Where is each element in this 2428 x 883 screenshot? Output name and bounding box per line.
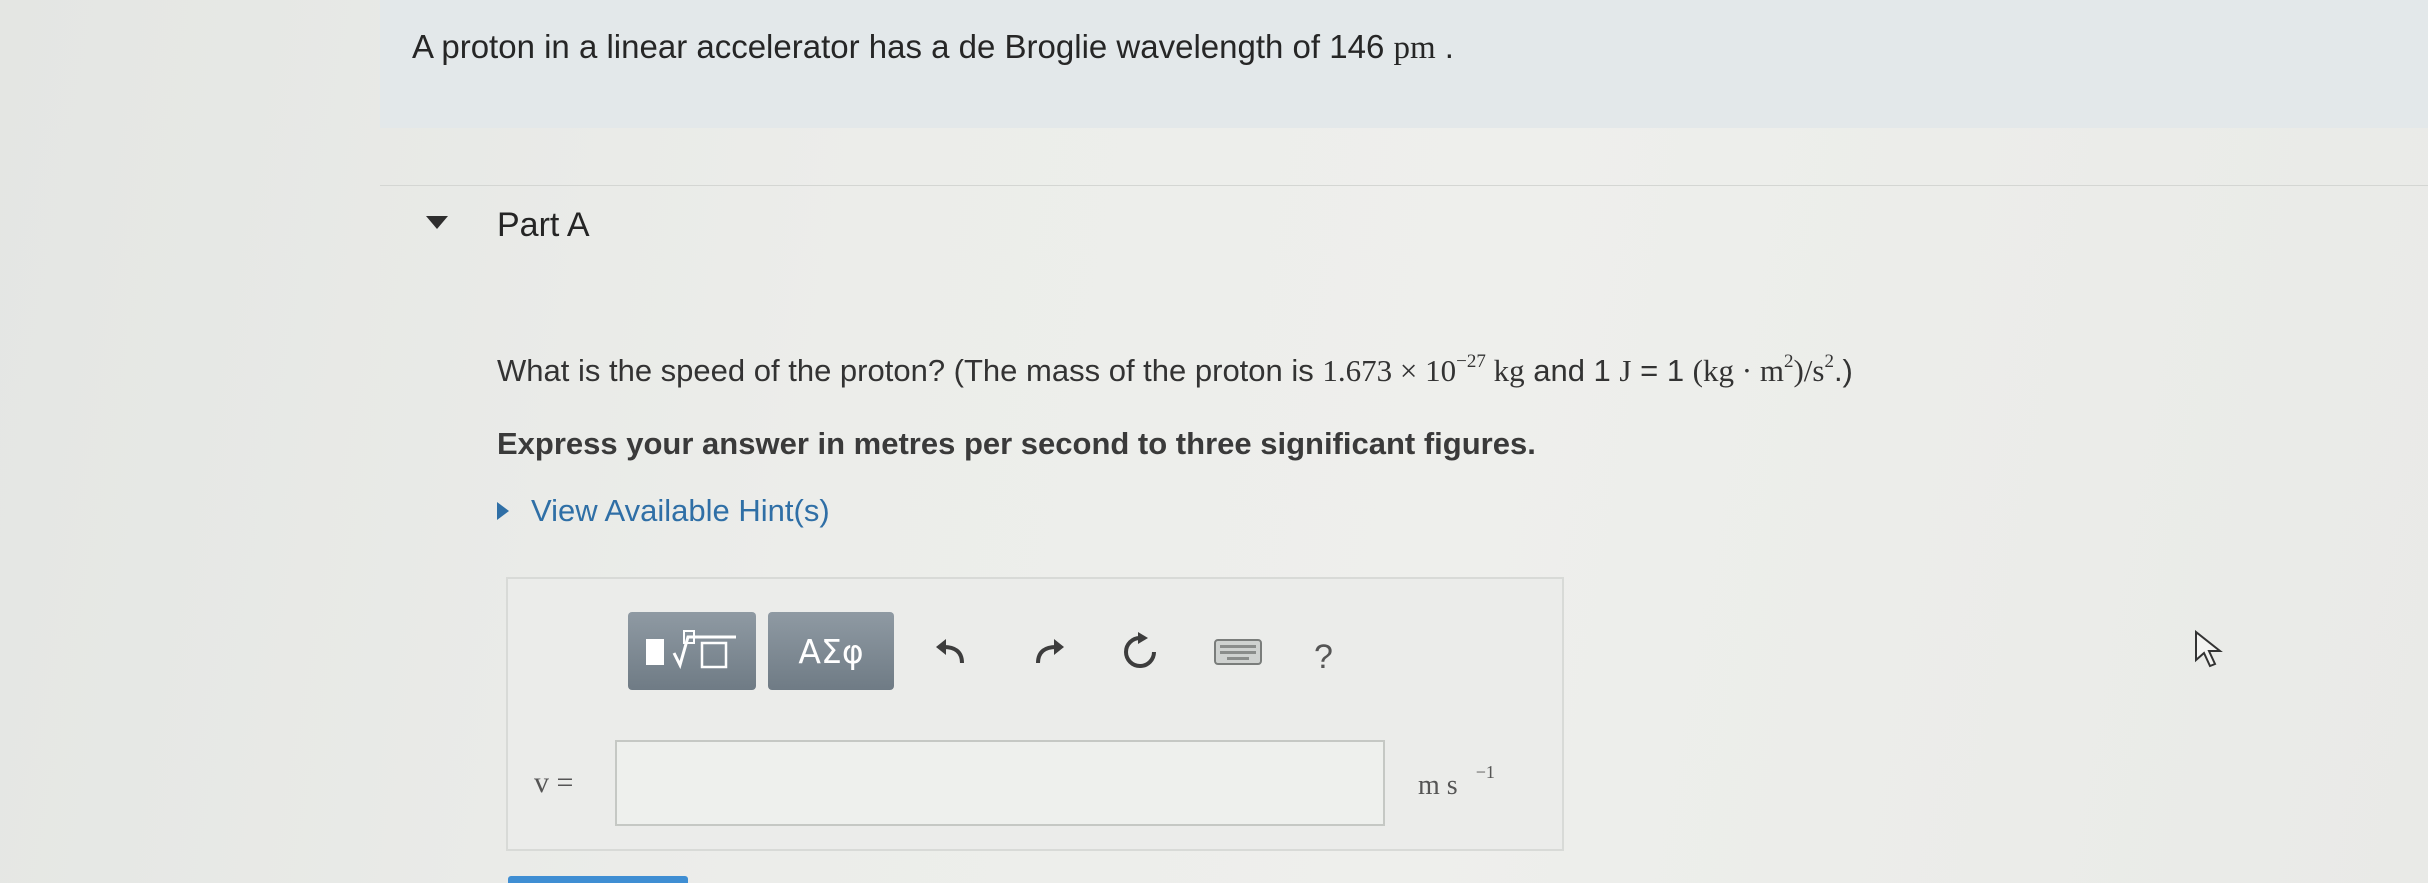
- mass-exponent: −27: [1456, 351, 1486, 372]
- question-close: .): [1833, 353, 1853, 388]
- mouse-cursor-icon: [2192, 629, 2228, 675]
- help-button[interactable]: ?: [1314, 638, 1333, 677]
- expand-triangle-icon: [497, 501, 509, 520]
- question-lead: What is the speed of the proton? (The ma…: [497, 353, 1323, 388]
- joule-unit: J: [1619, 353, 1632, 388]
- templates-button[interactable]: [628, 612, 756, 690]
- answer-unit-text: m s: [1418, 770, 1458, 801]
- collapse-caret-icon[interactable]: [426, 216, 448, 229]
- and-text: and 1: [1524, 353, 1620, 388]
- part-title[interactable]: Part A: [497, 206, 590, 245]
- answer-variable-label: v =: [534, 766, 574, 799]
- page: A proton in a linear accelerator has a d…: [0, 0, 2428, 883]
- question-text: What is the speed of the proton? (The ma…: [497, 351, 1853, 389]
- symbols-button[interactable]: ΑΣφ: [768, 612, 894, 690]
- keyboard-icon[interactable]: [1212, 632, 1264, 672]
- problem-period: .: [1435, 28, 1454, 65]
- problem-statement: A proton in a linear accelerator has a d…: [412, 28, 1454, 67]
- answer-instruction: Express your answer in metres per second…: [497, 426, 1536, 461]
- templates-icon: [646, 630, 736, 670]
- square-exponent-2: 2: [1824, 351, 1834, 372]
- square-exponent-1: 2: [1783, 351, 1794, 372]
- reset-icon[interactable]: [1118, 632, 1162, 672]
- joule-definition-open: (kg · m: [1692, 353, 1784, 388]
- submit-button[interactable]: [508, 876, 688, 883]
- answer-unit-exponent: −1: [1475, 762, 1495, 782]
- answer-unit: m s −1: [1418, 762, 1495, 802]
- joule-definition-mid: )/s: [1793, 353, 1825, 388]
- section-divider: [380, 185, 2428, 186]
- problem-unit: pm: [1393, 30, 1436, 66]
- mass-unit: kg: [1485, 353, 1525, 388]
- mass-value: 1.673 × 10: [1322, 353, 1457, 388]
- equals-text: = 1: [1631, 353, 1693, 388]
- answer-input[interactable]: [615, 740, 1385, 826]
- view-hints-link[interactable]: View Available Hint(s): [497, 493, 830, 529]
- redo-icon[interactable]: [1030, 632, 1070, 672]
- view-hints-label: View Available Hint(s): [531, 493, 830, 528]
- problem-text: A proton in a linear accelerator has a d…: [412, 28, 1394, 65]
- undo-icon[interactable]: [930, 632, 970, 672]
